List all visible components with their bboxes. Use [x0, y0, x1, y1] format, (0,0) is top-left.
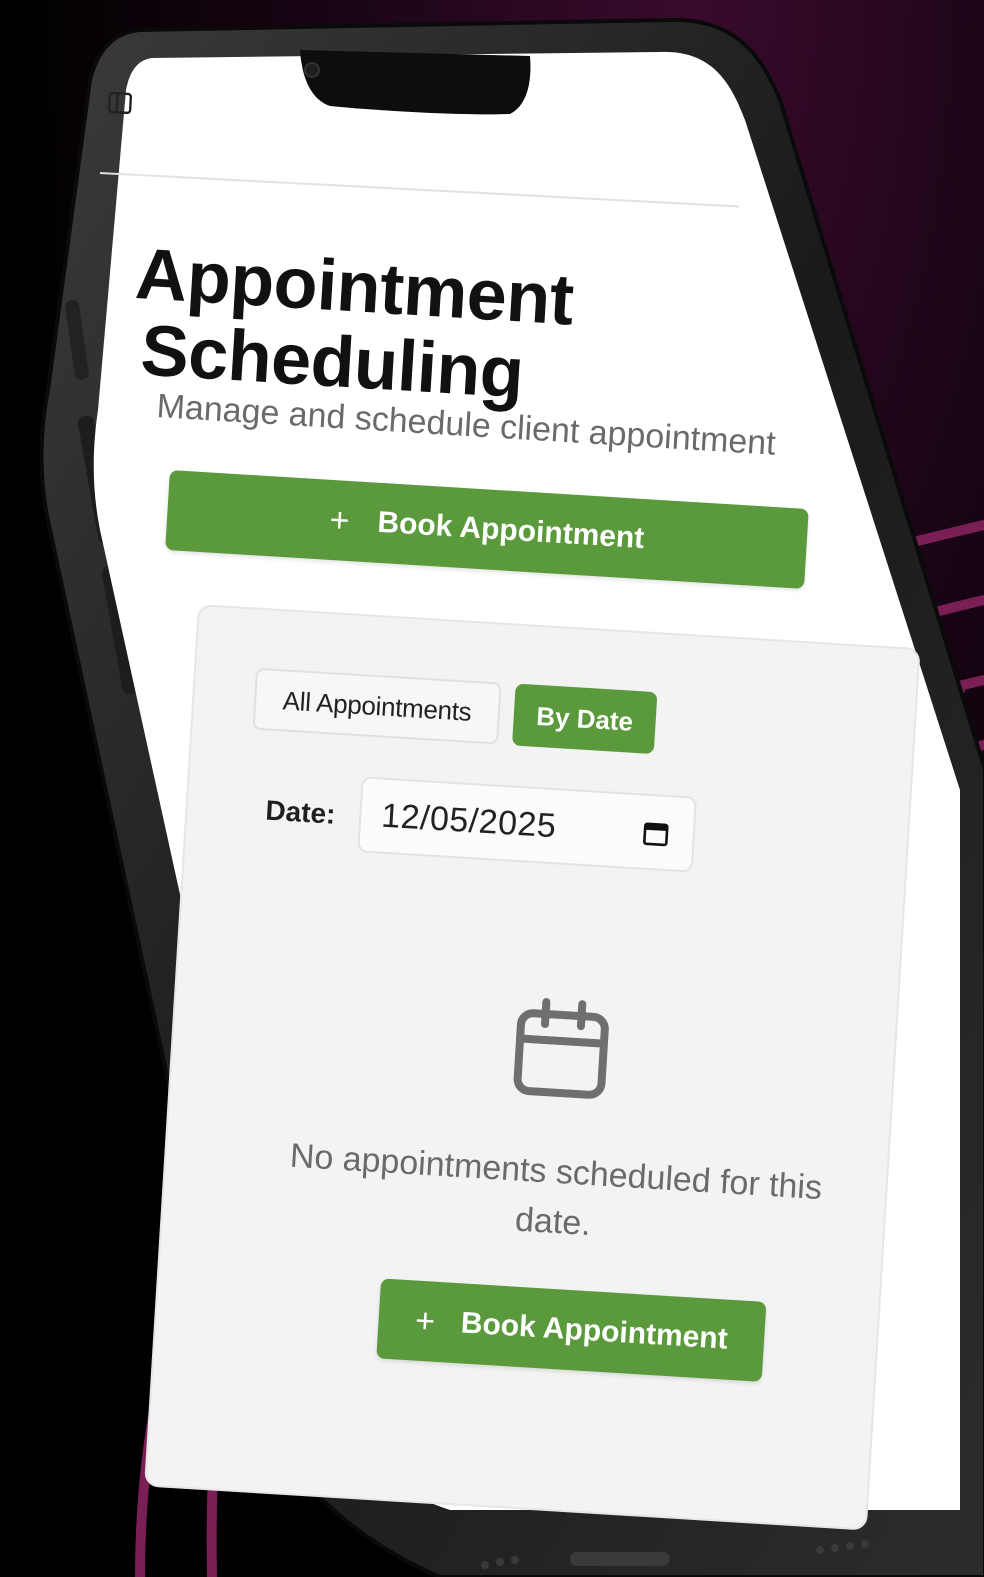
plus-icon: +	[328, 500, 351, 540]
date-input-value: 12/05/2025	[380, 796, 558, 845]
empty-state-message: No appointments scheduled for this date.	[288, 1136, 824, 1244]
tab-all-appointments[interactable]: All Appointments	[252, 667, 502, 745]
sidebar-toggle-icon[interactable]	[107, 91, 133, 115]
appointments-panel: All Appointments By Date Date: 12/05/202…	[144, 604, 921, 1531]
book-appointment-label: Book Appointment	[376, 505, 646, 556]
date-label: Date:	[264, 794, 337, 830]
date-input[interactable]: 12/05/2025	[357, 776, 698, 873]
calendar-icon[interactable]	[642, 820, 670, 848]
plus-icon: +	[413, 1301, 437, 1341]
empty-state-book-appointment-button[interactable]: + Book Appointment	[376, 1278, 767, 1382]
stage: Appointment Scheduling Manage and schedu…	[0, 0, 984, 1577]
tab-by-date[interactable]: By Date	[511, 683, 658, 755]
empty-state-book-appointment-label: Book Appointment	[459, 1306, 729, 1356]
empty-state-calendar-icon	[513, 998, 609, 1099]
